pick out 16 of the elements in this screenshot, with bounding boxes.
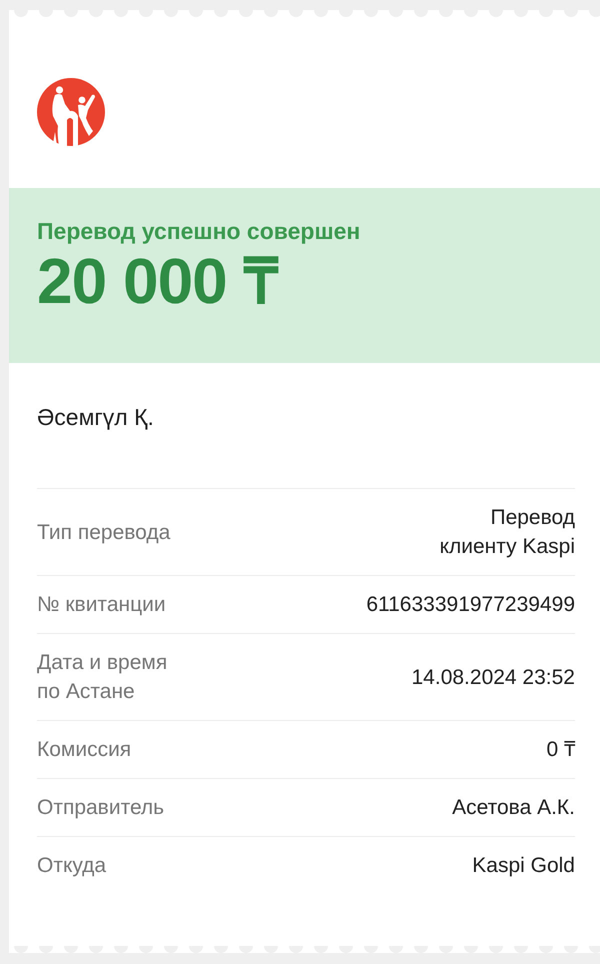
detail-value: 611633391977239499 <box>366 592 575 618</box>
detail-label: Отправитель <box>37 795 164 821</box>
detail-label: Тип перевода <box>37 520 170 546</box>
detail-label: № квитанции <box>37 592 166 618</box>
amount: 20 000 ₸ <box>37 246 278 316</box>
detail-value: Асетова А.К. <box>452 795 575 821</box>
detail-value: 14.08.2024 23:52 <box>412 664 575 690</box>
detail-value: Kaspi Gold <box>472 853 575 879</box>
recipient-name: Әсемгүл Қ. <box>37 404 154 430</box>
detail-label: Комиссия <box>37 737 132 763</box>
detail-label: Дата и время по Астане <box>37 650 168 705</box>
detail-value: Перевод клиенту Kaspi <box>440 505 575 560</box>
detail-value: 0 ₸ <box>546 737 575 763</box>
status-title: Перевод успешно совершен <box>37 217 360 246</box>
figures-logo-icon <box>37 78 105 146</box>
detail-label: Откуда <box>37 853 106 879</box>
